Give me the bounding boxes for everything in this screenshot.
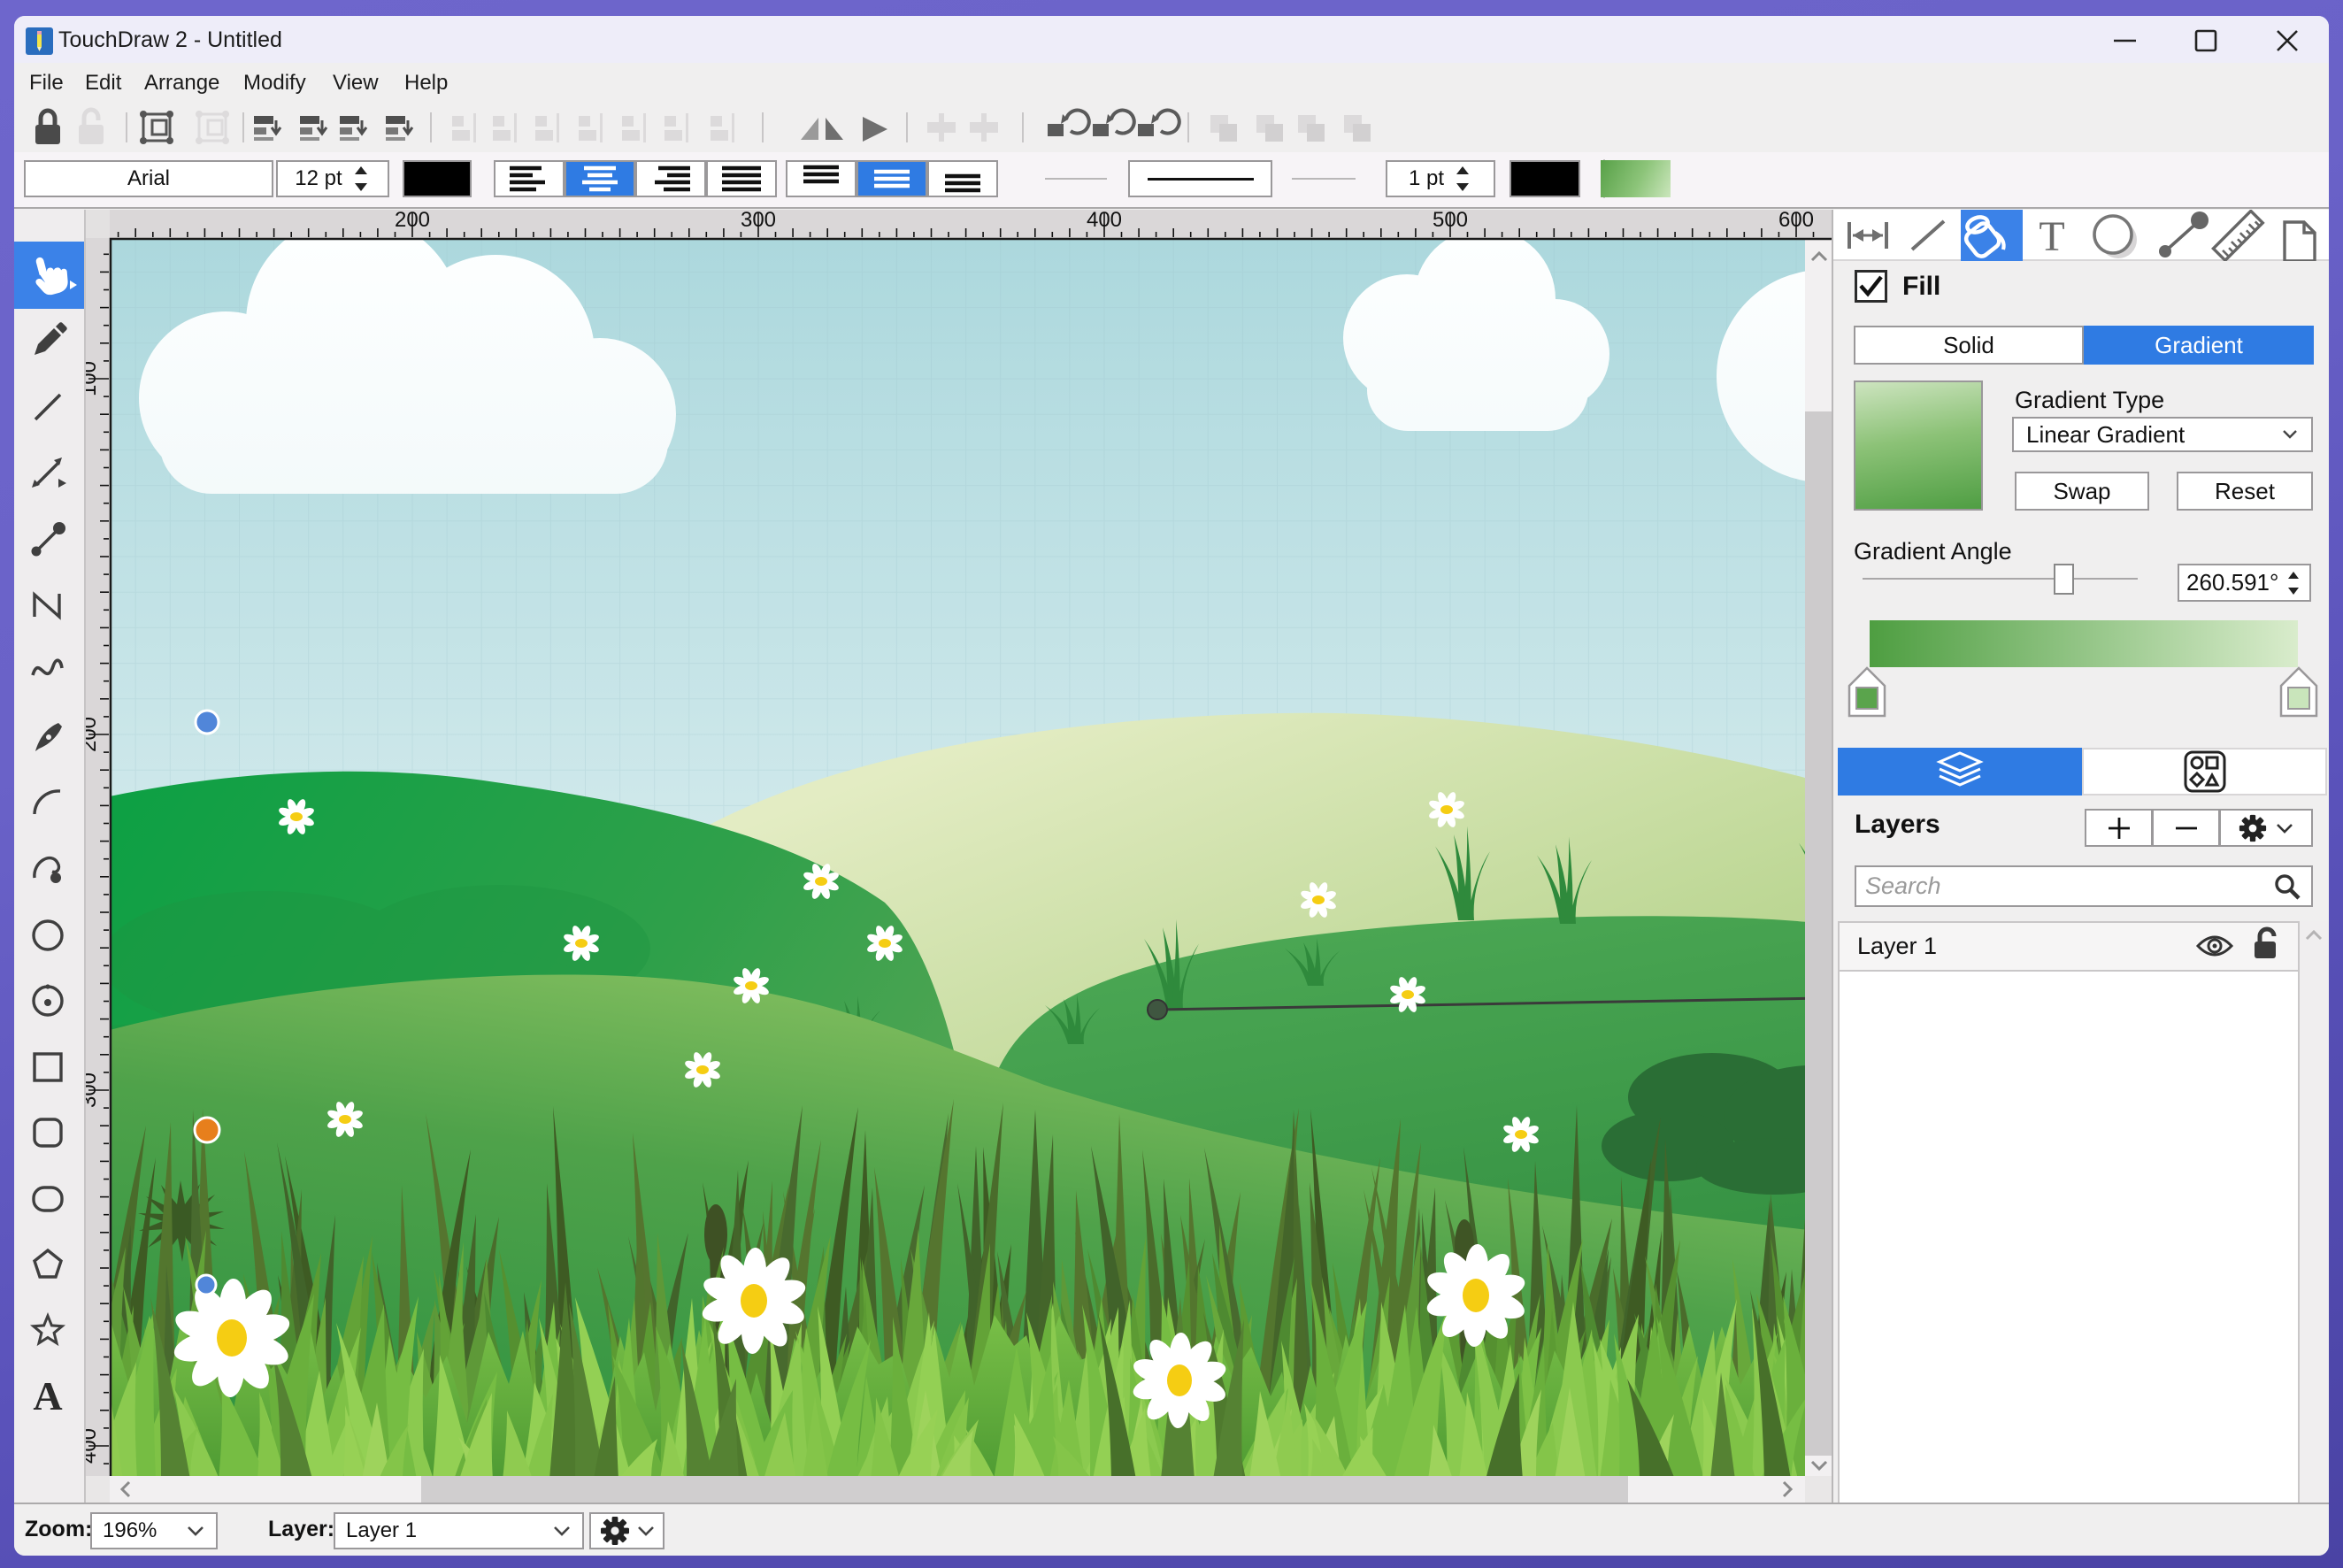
svg-text:A: A [33, 1373, 62, 1418]
svg-text:500: 500 [1433, 210, 1468, 232]
svg-text:100: 100 [86, 361, 101, 396]
svg-text:600: 600 [1778, 210, 1814, 232]
svg-text:200: 200 [395, 210, 430, 232]
svg-text:400: 400 [1087, 210, 1122, 232]
svg-text:200: 200 [86, 717, 101, 752]
svg-text:400: 400 [86, 1428, 101, 1464]
svg-text:T: T [2039, 213, 2064, 260]
svg-text:300: 300 [741, 210, 776, 232]
svg-text:300: 300 [86, 1072, 101, 1108]
